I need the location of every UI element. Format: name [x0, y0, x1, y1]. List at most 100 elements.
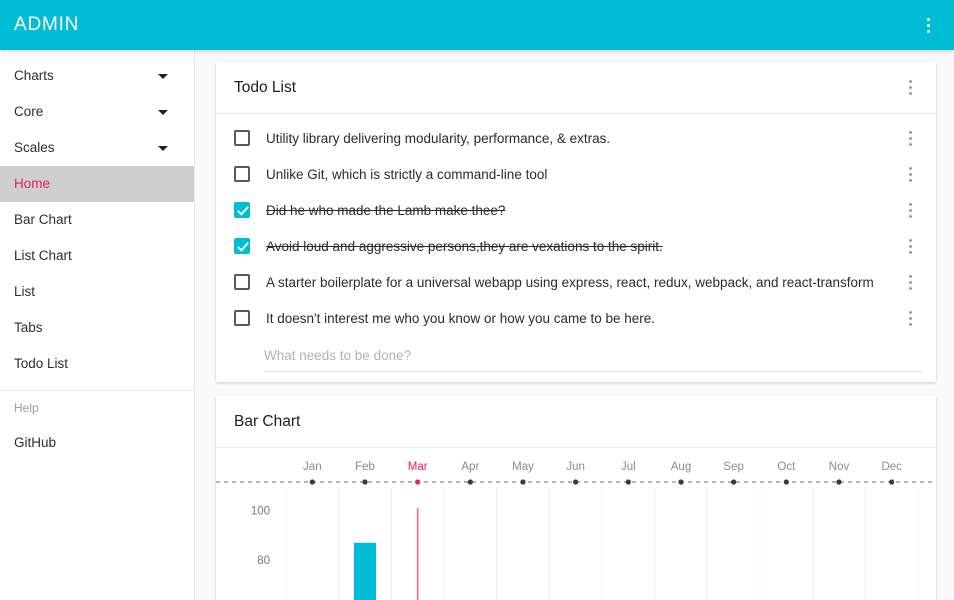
chevron-down-icon — [158, 110, 168, 115]
dot — [909, 323, 912, 326]
svg-text:80: 80 — [257, 555, 270, 567]
sidebar-group-label: Core — [14, 105, 43, 119]
dot — [927, 30, 930, 33]
dot — [909, 203, 912, 206]
sidebar-group-label: Scales — [14, 141, 55, 155]
todo-item-row[interactable]: Utility library delivering modularity, p… — [216, 120, 936, 156]
svg-text:May: May — [512, 461, 534, 473]
sidebar-item-bar-chart[interactable]: Bar Chart — [0, 202, 194, 238]
svg-text:Jan: Jan — [303, 461, 322, 473]
dot — [909, 311, 912, 314]
chevron-down-icon — [158, 74, 168, 79]
svg-text:Sep: Sep — [723, 461, 743, 473]
admin-dashboard: ADMIN Charts Core Scales Home Bar Chart — [0, 0, 954, 600]
dot — [909, 209, 912, 212]
todo-item-label: Unlike Git, which is strictly a command-… — [266, 167, 898, 182]
todo-new-item-row — [216, 336, 936, 376]
bar-chart-card: Bar Chart Jan Feb Mar Apr May Jun Jul Aug Sep Oct… — [216, 396, 936, 600]
dot — [927, 18, 930, 21]
svg-text:Apr: Apr — [461, 461, 479, 473]
sidebar-item-list[interactable]: List — [0, 274, 194, 310]
app-bar: ADMIN — [0, 0, 954, 50]
dot — [909, 251, 912, 254]
todo-item-row[interactable]: A starter boilerplate for a universal we… — [216, 264, 936, 300]
sidebar-item-label: Todo List — [14, 357, 68, 371]
svg-text:Feb: Feb — [355, 461, 375, 473]
dot — [909, 215, 912, 218]
sidebar: Charts Core Scales Home Bar Chart List C… — [0, 50, 195, 600]
svg-text:Jul: Jul — [621, 461, 636, 473]
todo-checkbox[interactable] — [234, 274, 250, 290]
app-title: ADMIN — [14, 14, 79, 36]
dot — [909, 143, 912, 146]
todo-item-kebab-menu-icon[interactable] — [898, 301, 922, 335]
sidebar-item-label: List — [14, 285, 35, 299]
sidebar-item-label: Bar Chart — [14, 213, 72, 227]
todo-checkbox-checked[interactable] — [234, 202, 250, 218]
bar-chart-card-title: Bar Chart — [234, 413, 300, 431]
sidebar-group-scales[interactable]: Scales — [0, 130, 194, 166]
todo-item-row[interactable]: Did he who made the Lamb make thee? — [216, 192, 936, 228]
todo-item-label: Avoid loud and aggressive persons,they a… — [266, 239, 898, 254]
dot — [909, 80, 912, 83]
dot — [909, 173, 912, 176]
chevron-down-icon — [158, 146, 168, 151]
sidebar-item-github[interactable]: GitHub — [0, 425, 194, 461]
todo-item-label: Utility library delivering modularity, p… — [266, 131, 898, 146]
todo-item-kebab-menu-icon[interactable] — [898, 229, 922, 263]
dot — [909, 167, 912, 170]
todo-item-label: It doesn't interest me who you know or h… — [266, 311, 898, 326]
sidebar-group-charts[interactable]: Charts — [0, 58, 194, 94]
dot — [909, 245, 912, 248]
todo-new-item-input[interactable] — [264, 344, 922, 372]
sidebar-item-label: Home — [14, 177, 50, 191]
svg-text:Dec: Dec — [881, 461, 902, 473]
todo-item-row[interactable]: Unlike Git, which is strictly a command-… — [216, 156, 936, 192]
todo-card-title: Todo List — [234, 79, 296, 97]
main-content: Todo List Utility library delivering mod… — [195, 50, 954, 600]
todo-item-row[interactable]: Avoid loud and aggressive persons,they a… — [216, 228, 936, 264]
kebab-menu-icon[interactable] — [916, 8, 940, 42]
svg-text:Nov: Nov — [829, 461, 850, 473]
dot — [909, 317, 912, 320]
svg-text:Mar: Mar — [408, 461, 428, 473]
todo-checkbox-checked[interactable] — [234, 238, 250, 254]
todo-item-label: Did he who made the Lamb make thee? — [266, 203, 898, 218]
dot — [909, 92, 912, 95]
todo-item-row[interactable]: It doesn't interest me who you know or h… — [216, 300, 936, 336]
sidebar-item-tabs[interactable]: Tabs — [0, 310, 194, 346]
sidebar-item-label: List Chart — [14, 249, 72, 263]
svg-text:Jun: Jun — [566, 461, 585, 473]
dot — [909, 275, 912, 278]
sidebar-subheader-help: Help — [0, 391, 194, 425]
todo-list-body: Utility library delivering modularity, p… — [216, 114, 936, 382]
todo-item-kebab-menu-icon[interactable] — [898, 157, 922, 191]
todo-item-kebab-menu-icon[interactable] — [898, 193, 922, 227]
todo-item-label: A starter boilerplate for a universal we… — [266, 275, 898, 290]
svg-text:Aug: Aug — [671, 461, 691, 473]
todo-card-kebab-menu-icon[interactable] — [898, 71, 922, 105]
todo-checkbox[interactable] — [234, 166, 250, 182]
dot — [909, 287, 912, 290]
todo-checkbox[interactable] — [234, 130, 250, 146]
sidebar-item-list-chart[interactable]: List Chart — [0, 238, 194, 274]
dot — [909, 281, 912, 284]
dot — [909, 131, 912, 134]
svg-text:100: 100 — [251, 506, 270, 518]
todo-checkbox[interactable] — [234, 310, 250, 326]
dot — [909, 137, 912, 140]
todo-list-card: Todo List Utility library delivering mod… — [216, 62, 936, 382]
todo-item-kebab-menu-icon[interactable] — [898, 121, 922, 155]
dot — [909, 239, 912, 242]
todo-item-kebab-menu-icon[interactable] — [898, 265, 922, 299]
sidebar-item-todo-list[interactable]: Todo List — [0, 346, 194, 382]
svg-text:Oct: Oct — [777, 461, 796, 473]
bar-chart-svg: Jan Feb Mar Apr May Jun Jul Aug Sep Oct Nov Dec 100 8… — [216, 448, 936, 600]
todo-card-header: Todo List — [216, 62, 936, 114]
bar-chart-card-header: Bar Chart — [216, 396, 936, 448]
sidebar-group-core[interactable]: Core — [0, 94, 194, 130]
sidebar-item-label: Tabs — [14, 321, 43, 335]
sidebar-item-home[interactable]: Home — [0, 166, 194, 202]
dot — [909, 86, 912, 89]
sidebar-item-label: GitHub — [14, 436, 56, 450]
